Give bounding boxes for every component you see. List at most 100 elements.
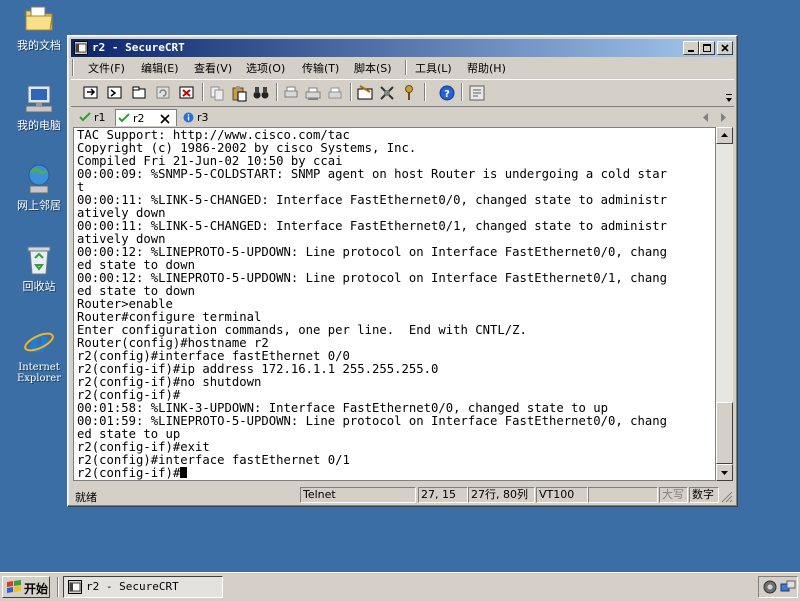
tab-scroll-left-icon[interactable]: [702, 113, 709, 122]
window-titlebar[interactable]: r2 - SecureCRT: [71, 39, 734, 57]
terminal-line: r2(config-if)#: [77, 388, 181, 402]
menu-help[interactable]: 帮助(H): [467, 60, 506, 76]
resize-grip-icon[interactable]: [721, 491, 733, 503]
taskbar-button-securecrt[interactable]: r2 - SecureCRT: [63, 576, 223, 598]
desktop-icon-network[interactable]: 网上邻居: [3, 162, 75, 212]
terminal-line: ed state to down: [77, 258, 196, 272]
desktop-icon-my-computer[interactable]: 我的电脑: [3, 82, 75, 132]
status-emulation: VT100: [536, 487, 588, 503]
terminal-line: r2(config-if)#ip address 172.16.1.1 255.…: [77, 362, 439, 376]
find-button[interactable]: [252, 84, 270, 102]
checkmark-icon: [79, 112, 91, 122]
tab-r2[interactable]: r2: [115, 109, 177, 126]
key-icon: [405, 85, 413, 100]
terminal-line: 00:00:12: %LINEPROTO-5-UPDOWN: Line prot…: [77, 245, 668, 259]
close-button[interactable]: [717, 41, 733, 55]
connect-in-tab-icon: [132, 86, 146, 99]
menu-options[interactable]: 选项(O): [246, 60, 285, 76]
desktop-icon-label: 网上邻居: [17, 199, 61, 212]
print-selection-button[interactable]: [304, 84, 322, 102]
print-button[interactable]: [282, 84, 300, 102]
disconnect-button[interactable]: [178, 84, 196, 102]
connect-button[interactable]: [82, 84, 100, 102]
terminal-line: 00:00:12: %LINEPROTO-5-UPDOWN: Line prot…: [77, 271, 668, 285]
print-setup-button[interactable]: [326, 84, 344, 102]
desktop-icon-label: 回收站: [22, 280, 56, 293]
terminal-line: TAC Support: http://www.cisco.com/tac: [77, 128, 350, 142]
menu-tools[interactable]: 工具(L): [415, 60, 452, 76]
quick-connect-button[interactable]: [106, 84, 124, 102]
scroll-down-button[interactable]: [716, 464, 733, 481]
maximize-button[interactable]: [699, 41, 715, 55]
quick-connect-icon: [107, 86, 122, 99]
menu-edit[interactable]: 编辑(E): [141, 60, 179, 76]
desktop-icon-label: Internet Explorer: [16, 362, 62, 384]
tray-network-icon[interactable]: [780, 579, 796, 595]
scroll-thumb[interactable]: [716, 402, 733, 464]
maximize-icon: [703, 44, 711, 52]
session-options-button[interactable]: [356, 84, 374, 102]
copy-button[interactable]: [208, 84, 226, 102]
terminal-vertical-scrollbar[interactable]: [716, 127, 733, 481]
terminal-line: ed state to up: [77, 427, 181, 441]
toolbar-separator: [276, 83, 278, 101]
terminal-line: 00:00:11: %LINK-5-CHANGED: Interface Fas…: [77, 219, 668, 233]
print-selection-icon: [305, 87, 321, 100]
desktop-icon-recycle-bin[interactable]: 回收站: [3, 243, 75, 293]
terminal-line: 00:00:09: %SNMP-5-COLDSTART: SNMP agent …: [77, 167, 668, 181]
menu-transfer[interactable]: 传输(T): [302, 60, 339, 76]
window-title: r2 - SecureCRT: [92, 41, 185, 54]
terminal-line: Router#configure terminal: [77, 310, 262, 324]
svg-text:e: e: [29, 325, 48, 359]
start-button[interactable]: 开始: [2, 576, 50, 598]
menu-view[interactable]: 查看(V): [194, 60, 232, 76]
tab-r1[interactable]: r1: [77, 109, 113, 126]
global-options-button[interactable]: [378, 84, 396, 102]
terminal-line: atively down: [77, 232, 166, 246]
start-label: 开始: [24, 582, 49, 596]
toolbar-overflow-icon[interactable]: [725, 94, 733, 104]
tab-r3[interactable]: r3: [181, 109, 217, 126]
tab-scroll-right-icon[interactable]: [720, 113, 727, 122]
menu-script[interactable]: 脚本(S): [354, 60, 392, 76]
printer-icon: [328, 87, 342, 99]
terminal-prompt: r2(config-if)#: [77, 466, 181, 480]
arrow-down-icon: [721, 471, 728, 475]
menubar-grip: [72, 59, 74, 76]
status-ready: 就绪: [75, 491, 97, 504]
paste-icon: [232, 86, 247, 102]
computer-icon: [25, 85, 53, 113]
keymap-button[interactable]: [400, 84, 418, 102]
menu-separator: [405, 60, 407, 75]
system-tray: [758, 576, 798, 598]
close-icon: [721, 44, 729, 52]
terminal-line: 00:01:58: %LINK-3-UPDOWN: Interface Fast…: [77, 401, 609, 415]
arrow-up-icon: [721, 133, 728, 137]
scroll-up-button[interactable]: [716, 127, 733, 144]
securecrt-app-icon: [68, 580, 82, 594]
taskbar-button-label: r2 - SecureCRT: [86, 580, 179, 593]
menu-file[interactable]: 文件(F): [88, 60, 125, 76]
session-options-icon: [357, 85, 373, 100]
terminal-line: Copyright (c) 1986-2002 by cisco Systems…: [77, 141, 417, 155]
log-icon: [469, 85, 485, 101]
svg-text:?: ?: [444, 89, 450, 100]
tray-volume-icon[interactable]: [762, 579, 778, 595]
terminal-screen[interactable]: TAC Support: http://www.cisco.com/tac Co…: [73, 127, 716, 481]
minimize-button[interactable]: [683, 41, 699, 55]
status-cursor-position: 27, 15: [418, 487, 468, 503]
log-button[interactable]: [468, 84, 486, 102]
help-icon: ?: [439, 85, 455, 101]
status-protocol: Telnet: [300, 487, 416, 503]
close-tab-icon[interactable]: [160, 114, 170, 124]
desktop-icon-my-documents[interactable]: 我的文档: [3, 2, 75, 52]
disconnect-icon: [179, 86, 194, 99]
desktop-icon-internet-explorer[interactable]: e Internet Explorer: [3, 325, 75, 384]
paste-button[interactable]: [230, 84, 248, 102]
windows-logo-icon: [7, 580, 21, 593]
help-button[interactable]: ?: [438, 84, 456, 102]
taskbar-separator: [57, 577, 59, 597]
terminal-output: TAC Support: http://www.cisco.com/tac Co…: [74, 128, 715, 480]
connect-in-tab-button[interactable]: [130, 84, 148, 102]
reconnect-button[interactable]: [154, 84, 172, 102]
